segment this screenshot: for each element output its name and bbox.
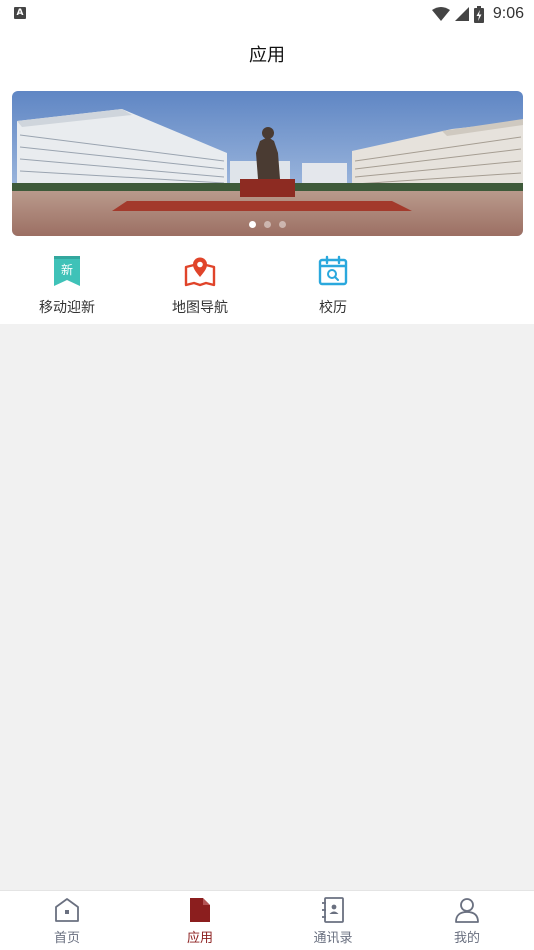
calendar-search-icon xyxy=(316,254,350,288)
nav-item-profile[interactable]: 我的 xyxy=(400,891,534,950)
carousel-indicator xyxy=(12,221,523,228)
app-tile-calendar[interactable]: 校历 xyxy=(266,246,400,324)
battery-charging-icon xyxy=(473,5,484,23)
status-icons: 9:06 xyxy=(431,4,524,24)
status-bar: A 9:06 xyxy=(0,0,534,28)
new-student-bookmark-icon: 新 xyxy=(50,254,84,288)
nav-label: 首页 xyxy=(53,931,80,946)
page-title: 应用 xyxy=(249,45,285,66)
document-icon xyxy=(186,896,214,924)
banner-carousel[interactable] xyxy=(12,91,523,236)
carousel-dot[interactable] xyxy=(249,221,256,228)
app-grid: 新 移动迎新 地图导航 校历 xyxy=(0,246,534,324)
app-tile-map[interactable]: 地图导航 xyxy=(133,246,267,324)
carousel-dot[interactable] xyxy=(279,221,286,228)
app-header: 应用 xyxy=(0,28,534,80)
banner-image xyxy=(12,91,523,236)
app-label: 移动迎新 xyxy=(39,300,95,316)
clock: 9:06 xyxy=(492,5,524,22)
user-icon xyxy=(453,896,481,924)
content-area xyxy=(0,324,534,890)
contacts-book-icon xyxy=(319,896,347,924)
nav-item-apps[interactable]: 应用 xyxy=(133,891,267,950)
signal-icon xyxy=(454,7,469,21)
wifi-icon xyxy=(431,7,450,21)
nav-label: 应用 xyxy=(186,931,213,946)
nav-item-home[interactable]: 首页 xyxy=(0,891,134,950)
nav-item-contacts[interactable]: 通讯录 xyxy=(266,891,400,950)
bottom-nav: 首页 应用 通讯录 我的 xyxy=(0,890,534,950)
map-pin-icon xyxy=(183,254,217,288)
carousel-dot[interactable] xyxy=(264,221,271,228)
svg-text:新: 新 xyxy=(61,262,73,277)
app-tile-new-student[interactable]: 新 移动迎新 xyxy=(0,246,134,324)
nav-label: 我的 xyxy=(453,931,480,946)
app-label: 地图导航 xyxy=(172,300,228,316)
notification-icon: A xyxy=(14,7,26,19)
nav-label: 通讯录 xyxy=(313,931,353,946)
app-label: 校历 xyxy=(319,300,347,316)
home-icon xyxy=(53,896,81,924)
